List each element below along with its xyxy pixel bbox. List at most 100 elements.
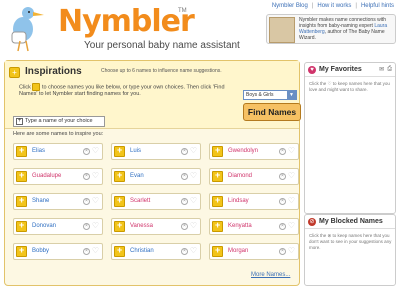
gender-select-value: Boys & Girls xyxy=(246,92,274,98)
add-to-inspirations-icon[interactable] xyxy=(114,145,125,157)
favorite-heart-icon[interactable]: ♡ xyxy=(190,222,197,230)
plus-icon: + xyxy=(16,118,23,125)
favorite-heart-icon[interactable]: ♡ xyxy=(288,247,295,255)
block-name-icon[interactable]: × xyxy=(83,198,90,205)
favorites-title: My Favorites xyxy=(319,66,362,73)
blocked-header: ⊘ My Blocked Names xyxy=(305,215,395,229)
helpful-hints-link[interactable]: Helpful hints xyxy=(361,3,394,9)
name-label[interactable]: Shane xyxy=(32,198,49,204)
name-label[interactable]: Christian xyxy=(130,248,154,254)
name-label[interactable]: Elias xyxy=(32,148,45,154)
favorite-heart-icon[interactable]: ♡ xyxy=(190,147,197,155)
favorite-heart-icon[interactable]: ♡ xyxy=(288,222,295,230)
block-name-icon[interactable]: × xyxy=(181,148,188,155)
how-it-works-link[interactable]: How it works xyxy=(317,3,351,9)
email-icon[interactable]: ✉ xyxy=(379,66,384,73)
block-name-icon[interactable]: × xyxy=(83,173,90,180)
add-to-inspirations-icon[interactable] xyxy=(114,220,125,232)
name-label[interactable]: Guadalupe xyxy=(32,173,61,179)
name-label[interactable]: Evan xyxy=(130,173,144,179)
add-to-inspirations-icon[interactable] xyxy=(16,245,27,257)
block-name-icon[interactable]: × xyxy=(279,148,286,155)
name-label[interactable]: Lindsay xyxy=(228,198,249,204)
add-to-inspirations-icon[interactable] xyxy=(16,170,27,182)
find-names-button[interactable]: Find Names xyxy=(243,103,301,121)
add-to-inspirations-icon[interactable] xyxy=(212,195,223,207)
block-name-icon[interactable]: × xyxy=(279,223,286,230)
name-card: Shane ×♡ xyxy=(13,193,103,210)
chevron-down-icon: ▼ xyxy=(287,91,296,99)
favorite-heart-icon[interactable]: ♡ xyxy=(92,172,99,180)
blog-link[interactable]: Nymbler Blog xyxy=(272,3,308,9)
favorite-heart-icon[interactable]: ♡ xyxy=(92,197,99,205)
inspirations-title: Inspirations xyxy=(25,66,82,77)
name-card: Morgan ×♡ xyxy=(209,243,299,260)
name-label[interactable]: Bobby xyxy=(32,248,49,254)
block-name-icon[interactable]: × xyxy=(83,223,90,230)
name-label[interactable]: Kenyatta xyxy=(228,223,252,229)
name-label[interactable]: Gwendolyn xyxy=(228,148,258,154)
add-to-inspirations-icon[interactable] xyxy=(16,195,27,207)
add-to-inspirations-icon[interactable] xyxy=(114,170,125,182)
add-to-inspirations-icon[interactable] xyxy=(16,145,27,157)
book-cover-image[interactable] xyxy=(269,17,295,43)
favorite-heart-icon[interactable]: ♡ xyxy=(92,222,99,230)
name-label[interactable]: Luis xyxy=(130,148,141,154)
gender-select[interactable]: Boys & Girls ▼ xyxy=(243,90,297,100)
name-card: Gwendolyn ×♡ xyxy=(209,143,299,160)
name-card: Guadalupe ×♡ xyxy=(13,168,103,185)
block-name-icon[interactable]: × xyxy=(279,173,286,180)
print-icon[interactable]: ⎙ xyxy=(387,66,392,73)
block-name-icon[interactable]: × xyxy=(279,198,286,205)
stork-logo-icon xyxy=(11,7,44,52)
block-name-icon[interactable]: × xyxy=(181,198,188,205)
name-label[interactable]: Morgan xyxy=(228,248,248,254)
block-name-icon[interactable]: × xyxy=(279,248,286,255)
block-name-icon[interactable]: × xyxy=(181,223,188,230)
name-label[interactable]: Diamond xyxy=(228,173,252,179)
block-name-icon[interactable]: × xyxy=(181,248,188,255)
favorites-panel: ♥ My Favorites ✉ ⎙ Click the ♡ to keep n… xyxy=(304,62,396,214)
link-separator: | xyxy=(311,3,314,9)
block-name-icon[interactable]: × xyxy=(83,148,90,155)
favorites-header: ♥ My Favorites ✉ ⎙ xyxy=(305,63,395,77)
add-to-inspirations-icon[interactable] xyxy=(114,245,125,257)
add-to-inspirations-icon[interactable] xyxy=(16,220,27,232)
add-to-inspirations-icon[interactable] xyxy=(212,145,223,157)
name-card: Donovan ×♡ xyxy=(13,218,103,235)
add-to-inspirations-icon[interactable] xyxy=(212,170,223,182)
logo-text[interactable]: Nymbler xyxy=(58,4,195,39)
block-name-icon[interactable]: × xyxy=(83,248,90,255)
link-separator: | xyxy=(355,3,357,9)
favorite-heart-icon[interactable]: ♡ xyxy=(92,247,99,255)
favorite-heart-icon[interactable]: ♡ xyxy=(190,172,197,180)
favorite-heart-icon[interactable]: ♡ xyxy=(288,147,295,155)
inspirations-panel: + Inspirations Choose up to 6 names to i… xyxy=(4,60,301,286)
add-to-inspirations-icon[interactable] xyxy=(212,220,223,232)
favorite-heart-icon[interactable]: ♡ xyxy=(288,172,295,180)
add-to-inspirations-icon[interactable] xyxy=(212,245,223,257)
header: Nymbler TM Your personal baby name assis… xyxy=(0,0,400,58)
block-name-icon[interactable]: × xyxy=(181,173,188,180)
name-card: Evan ×♡ xyxy=(111,168,201,185)
inspire-label: Here are some names to inspire you: xyxy=(13,131,104,137)
type-name-label: Type a name of your choice xyxy=(25,118,93,124)
favorite-heart-icon[interactable]: ♡ xyxy=(190,197,197,205)
name-label[interactable]: Vanessa xyxy=(130,223,153,229)
favorite-heart-icon[interactable]: ♡ xyxy=(190,247,197,255)
more-names-link[interactable]: More Names... xyxy=(251,272,290,278)
favorite-heart-icon[interactable]: ♡ xyxy=(92,147,99,155)
favorite-heart-icon[interactable]: ♡ xyxy=(288,197,295,205)
name-card: Vanessa ×♡ xyxy=(111,218,201,235)
promo-box: Nymbler makes name connections with insi… xyxy=(266,14,396,44)
instruction-text-before: Click xyxy=(19,84,31,91)
favorites-hint: Click the ♡ to keep names here that you … xyxy=(309,81,390,92)
blocked-panel: ⊘ My Blocked Names Click the ⊗ to keep n… xyxy=(304,214,396,286)
blocked-title: My Blocked Names xyxy=(319,218,383,225)
trademark: TM xyxy=(178,8,187,14)
add-to-inspirations-icon[interactable] xyxy=(114,195,125,207)
name-card: Elias ×♡ xyxy=(13,143,103,160)
name-label[interactable]: Donovan xyxy=(32,223,56,229)
name-label[interactable]: Scarlett xyxy=(130,198,150,204)
type-name-button[interactable]: + Type a name of your choice xyxy=(13,116,105,127)
